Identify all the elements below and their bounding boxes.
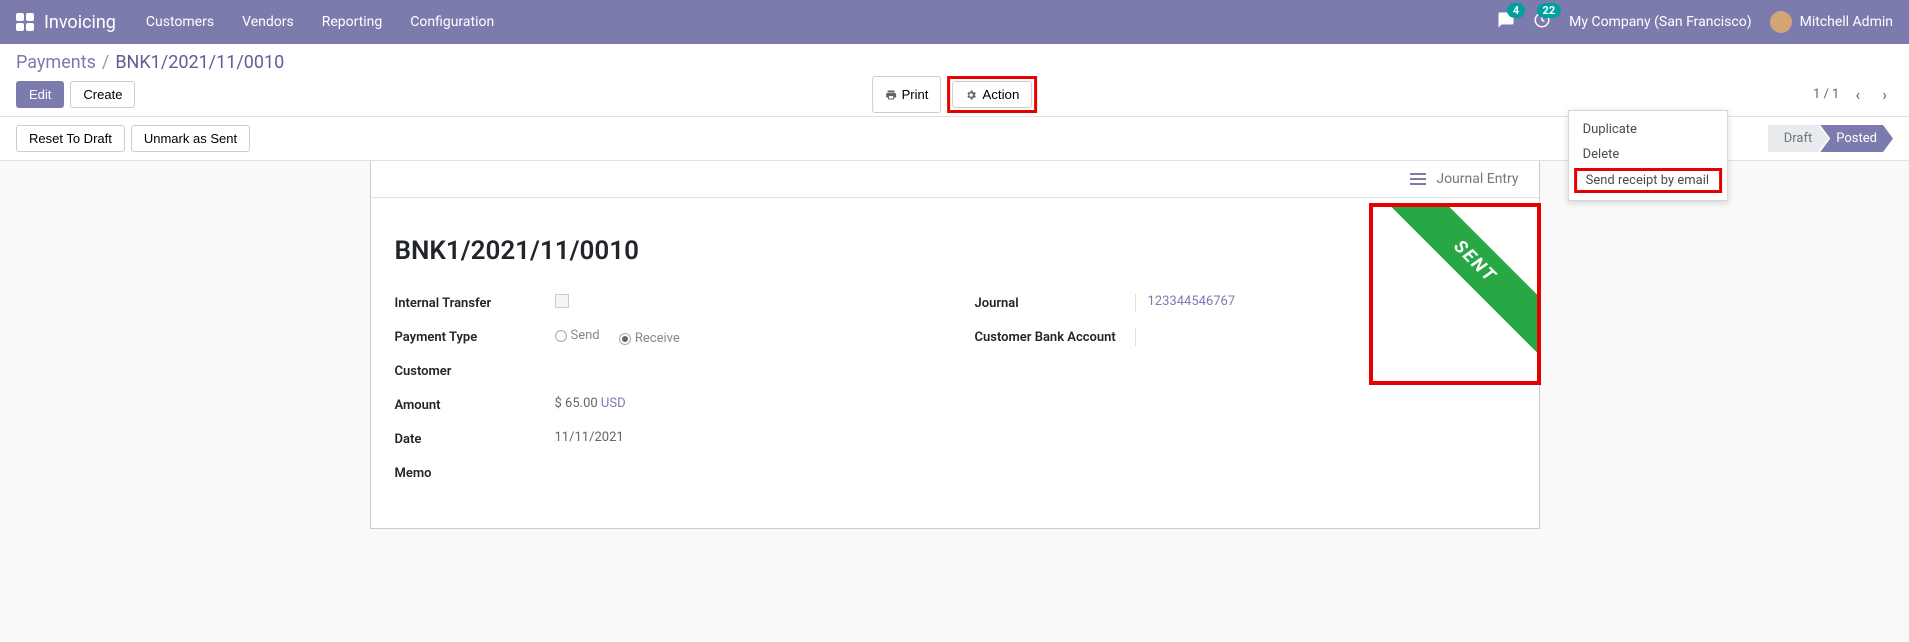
nav-configuration[interactable]: Configuration	[410, 14, 494, 30]
form-left-col: Internal Transfer Payment Type Send Rece…	[395, 294, 935, 498]
nav-vendors[interactable]: Vendors	[242, 14, 294, 30]
activities-badge: 22	[1537, 3, 1562, 18]
status-draft[interactable]: Draft	[1768, 125, 1829, 152]
checkbox-icon[interactable]	[555, 294, 569, 308]
label-internal-transfer: Internal Transfer	[395, 294, 555, 311]
menu-send-receipt[interactable]: Send receipt by email	[1574, 168, 1722, 193]
label-cust-bank-acc: Customer Bank Account	[975, 328, 1135, 345]
print-label: Print	[902, 87, 929, 102]
action-highlight: Action	[947, 76, 1037, 113]
breadcrumb-current: BNK1/2021/11/0010	[115, 52, 284, 73]
breadcrumb-root[interactable]: Payments	[16, 52, 96, 73]
breadcrumb-sep: /	[102, 52, 109, 73]
ribbon-area: SENT	[1369, 205, 1539, 375]
journal-entry-button[interactable]: Journal Entry	[1410, 171, 1518, 187]
label-amount: Amount	[395, 396, 555, 413]
record-title: BNK1/2021/11/0010	[395, 236, 1515, 266]
top-navbar: Invoicing Customers Vendors Reporting Co…	[0, 0, 1909, 44]
pager-next[interactable]: ›	[1876, 83, 1893, 106]
value-internal-transfer	[555, 294, 935, 312]
value-date: 11/11/2021	[555, 430, 935, 448]
activities-icon[interactable]: 22	[1533, 11, 1551, 33]
sent-ribbon: SENT	[1375, 205, 1538, 361]
action-button[interactable]: Action	[952, 81, 1032, 108]
label-payment-type: Payment Type	[395, 328, 555, 345]
radio-receive[interactable]: Receive	[619, 331, 680, 346]
label-date: Date	[395, 430, 555, 447]
user-menu[interactable]: Mitchell Admin	[1770, 11, 1893, 33]
app-brand[interactable]: Invoicing	[44, 12, 116, 33]
hamburger-icon	[1410, 173, 1426, 185]
label-memo: Memo	[395, 464, 555, 481]
edit-button[interactable]: Edit	[16, 81, 64, 108]
pager-text: 1 / 1	[1813, 87, 1839, 102]
value-customer	[555, 362, 935, 380]
apps-icon[interactable]	[16, 13, 34, 31]
status-posted[interactable]: Posted	[1820, 125, 1893, 152]
value-amount: $ 65.00 USD	[555, 396, 935, 414]
radio-send[interactable]: Send	[555, 328, 600, 343]
menu-delete[interactable]: Delete	[1569, 142, 1727, 167]
gear-icon	[965, 89, 977, 101]
value-payment-type: Send Receive	[555, 328, 935, 346]
unmark-sent-button[interactable]: Unmark as Sent	[131, 125, 250, 152]
messages-icon[interactable]: 4	[1497, 11, 1515, 33]
avatar-icon	[1770, 11, 1792, 33]
nav-reporting[interactable]: Reporting	[322, 14, 383, 30]
print-icon	[885, 89, 897, 101]
value-memo	[555, 464, 935, 482]
action-label: Action	[982, 87, 1019, 102]
user-name: Mitchell Admin	[1800, 14, 1893, 30]
messages-badge: 4	[1507, 3, 1525, 18]
form-sheet: Journal Entry SENT BNK1/2021/11/0010 Int…	[370, 161, 1540, 529]
label-customer: Customer	[395, 362, 555, 379]
menu-duplicate[interactable]: Duplicate	[1569, 117, 1727, 142]
journal-entry-label: Journal Entry	[1436, 171, 1518, 187]
breadcrumb: Payments / BNK1/2021/11/0010	[16, 52, 1893, 73]
company-selector[interactable]: My Company (San Francisco)	[1569, 14, 1751, 30]
reset-draft-button[interactable]: Reset To Draft	[16, 125, 125, 152]
label-journal: Journal	[975, 294, 1135, 311]
create-button[interactable]: Create	[70, 81, 135, 108]
action-dropdown: Duplicate Delete Send receipt by email	[1568, 110, 1728, 201]
pager-prev[interactable]: ‹	[1849, 83, 1866, 106]
control-panel: Payments / BNK1/2021/11/0010 Edit Create…	[0, 44, 1909, 117]
print-button[interactable]: Print	[872, 76, 942, 113]
nav-customers[interactable]: Customers	[146, 14, 214, 30]
